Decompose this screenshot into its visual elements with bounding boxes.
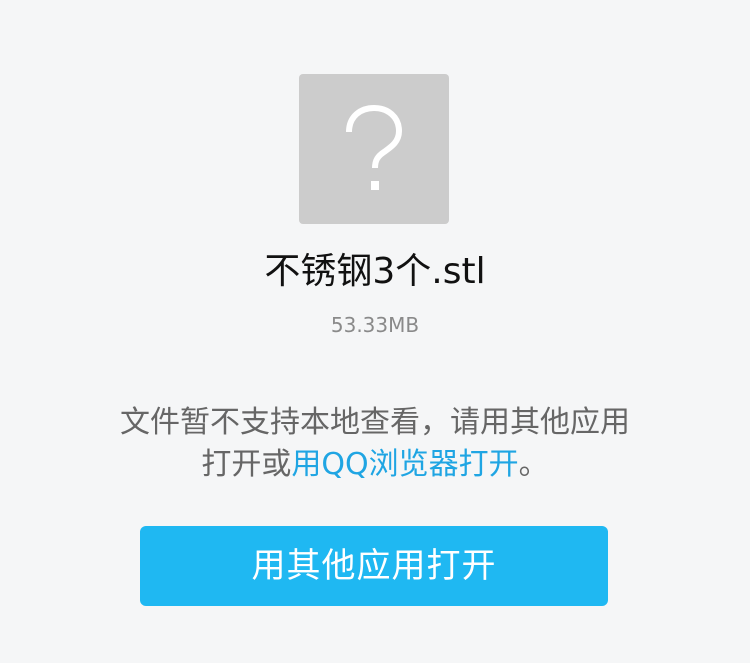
open-with-qq-browser-link[interactable]: 用QQ浏览器打开 xyxy=(291,447,518,482)
file-name: 不锈钢3个.stl xyxy=(264,251,486,292)
notice-suffix: 。 xyxy=(518,447,549,482)
open-with-other-app-button[interactable]: 用其他应用打开 xyxy=(140,526,608,606)
file-type-icon xyxy=(299,74,449,224)
notice-line-1: 文件暂不支持本地查看，请用其他应用 xyxy=(120,405,630,440)
notice-line-2: 打开或用QQ浏览器打开。 xyxy=(60,444,690,486)
question-mark-icon xyxy=(346,104,403,190)
unsupported-file-notice: 文件暂不支持本地查看，请用其他应用 打开或用QQ浏览器打开。 xyxy=(60,402,690,486)
file-size: 53.33MB xyxy=(330,313,420,337)
notice-prefix: 打开或 xyxy=(201,447,292,482)
